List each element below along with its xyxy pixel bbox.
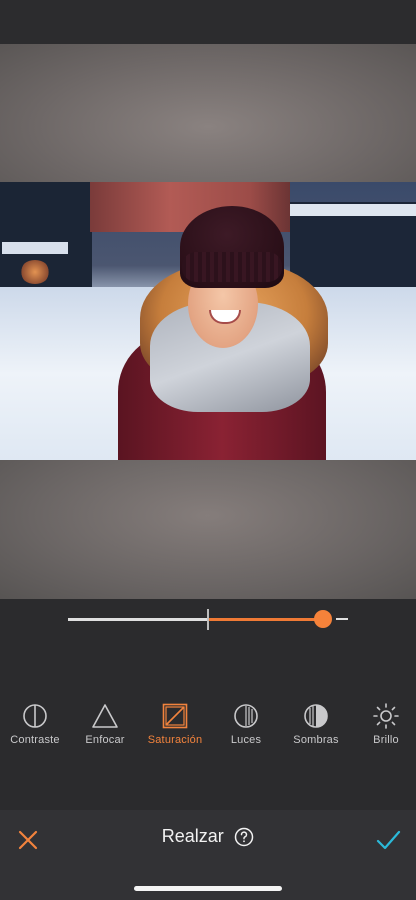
tool-sombras[interactable]: Sombras (281, 700, 351, 746)
highlights-icon (234, 704, 258, 728)
tool-label: Luces (230, 734, 262, 746)
sharpen-triangle-icon (92, 704, 118, 728)
photo-hat-band (182, 252, 282, 282)
photo-roof-snow (2, 242, 68, 254)
checkmark-icon[interactable] (374, 826, 402, 854)
tool-label: Enfocar (85, 734, 125, 746)
shadows-icon (304, 704, 328, 728)
slider-thumb[interactable] (313, 610, 332, 628)
brightness-sun-icon (373, 703, 399, 729)
tool-label: Contraste (10, 734, 60, 746)
toolbar-title: Realzar (161, 826, 224, 846)
contrast-icon (23, 704, 47, 728)
tool-label: Saturación (147, 734, 203, 746)
blurred-background-bottom (0, 460, 416, 599)
tool-enfocar[interactable]: Enfocar (70, 700, 140, 746)
status-bar (0, 0, 416, 44)
slider-center-mark (207, 609, 209, 630)
home-indicator (134, 886, 282, 891)
adjustment-tools: Contraste Enfocar Saturación Luces Sombr… (0, 700, 416, 760)
blurred-background-top (0, 44, 416, 182)
bottom-toolbar: Realzar (0, 810, 416, 900)
adjustment-slider[interactable] (0, 599, 416, 659)
tool-label: Sombras (293, 734, 339, 746)
help-circle-icon[interactable] (234, 827, 254, 847)
tool-label: Brillo (373, 734, 399, 746)
tool-saturacion[interactable]: Saturación (140, 700, 210, 746)
photo-roof-snow-right (290, 204, 416, 216)
slider-fill (208, 618, 323, 621)
tool-brillo[interactable]: Brillo (351, 700, 416, 746)
tool-contraste[interactable]: Contraste (0, 700, 70, 746)
saturation-icon (162, 703, 188, 729)
toolbar-title-group: Realzar (0, 826, 416, 854)
photo-preview[interactable] (0, 182, 416, 460)
image-canvas (0, 44, 416, 599)
photo-lamp (20, 260, 50, 284)
slider-end-mark (336, 618, 348, 620)
tool-luces[interactable]: Luces (211, 700, 281, 746)
